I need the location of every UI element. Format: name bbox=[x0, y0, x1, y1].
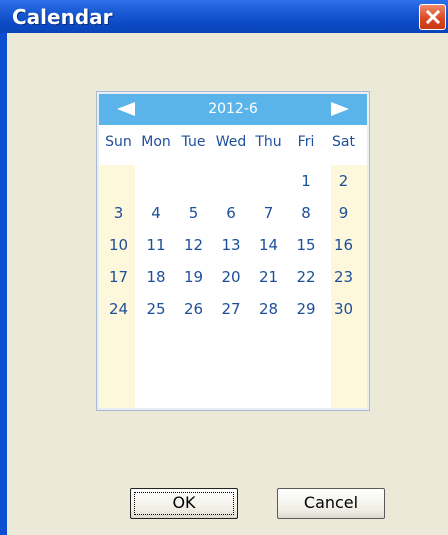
day-cell[interactable]: 21 bbox=[250, 264, 287, 290]
day-cell[interactable]: 3 bbox=[100, 200, 137, 226]
title-bar[interactable]: Calendar bbox=[0, 0, 448, 33]
day-cell[interactable]: 6 bbox=[213, 200, 250, 226]
day-cell[interactable]: 1 bbox=[288, 168, 325, 194]
month-label: 2012-6 bbox=[208, 101, 258, 117]
weekday-header-fri: Fri bbox=[297, 134, 315, 150]
day-cell[interactable]: 15 bbox=[288, 232, 325, 258]
day-cell[interactable]: 17 bbox=[100, 264, 137, 290]
close-button[interactable] bbox=[419, 4, 446, 30]
weekday-header-tue: Tue bbox=[181, 134, 206, 150]
calendar-panel: 2012-6 Sun Mon Tue Wed Thu Fri Sat 1 2 3 4 5 6 7 8 9 10 1… bbox=[96, 91, 370, 411]
day-cell[interactable]: 28 bbox=[250, 296, 287, 322]
day-cell[interactable]: 5 bbox=[175, 200, 212, 226]
day-cell[interactable]: 13 bbox=[213, 232, 250, 258]
day-cell[interactable]: 10 bbox=[100, 232, 137, 258]
close-icon bbox=[425, 9, 440, 25]
weekday-header-sat: Sat bbox=[332, 134, 355, 150]
day-cell[interactable]: 19 bbox=[175, 264, 212, 290]
day-cell[interactable]: 30 bbox=[325, 296, 362, 322]
weekday-header-thu: Thu bbox=[255, 134, 282, 150]
day-cell[interactable]: 12 bbox=[175, 232, 212, 258]
day-cell[interactable]: 11 bbox=[138, 232, 175, 258]
day-cell[interactable]: 14 bbox=[250, 232, 287, 258]
calendar-grid-area: 2012-6 Sun Mon Tue Wed Thu Fri Sat 1 2 3 4 5 6 7 8 9 10 1… bbox=[99, 94, 367, 408]
ok-button[interactable]: OK bbox=[130, 488, 238, 519]
arrow-right-icon[interactable] bbox=[331, 102, 349, 116]
weekday-header-sun: Sun bbox=[105, 134, 132, 150]
day-cell[interactable]: 23 bbox=[325, 264, 362, 290]
weekday-header-mon: Mon bbox=[141, 134, 171, 150]
day-cell[interactable]: 18 bbox=[138, 264, 175, 290]
day-cell[interactable]: 25 bbox=[138, 296, 175, 322]
window-border bbox=[0, 33, 7, 535]
day-cell[interactable]: 7 bbox=[250, 200, 287, 226]
weekday-header-wed: Wed bbox=[215, 134, 247, 150]
window-title: Calendar bbox=[12, 5, 113, 29]
month-navigation-bar: 2012-6 bbox=[99, 94, 367, 125]
dialog-body: 2012-6 Sun Mon Tue Wed Thu Fri Sat 1 2 3 4 5 6 7 8 9 10 1… bbox=[7, 33, 448, 535]
day-cell[interactable]: 4 bbox=[138, 200, 175, 226]
day-cell[interactable]: 9 bbox=[325, 200, 362, 226]
calendar-window: Calendar 2012-6 Sun Mon Tue Wed Thu Fri … bbox=[0, 0, 448, 535]
day-cell[interactable]: 26 bbox=[175, 296, 212, 322]
day-cell[interactable]: 8 bbox=[288, 200, 325, 226]
cancel-button-label: Cancel bbox=[303, 493, 359, 512]
focus-rectangle bbox=[134, 492, 234, 515]
day-cell[interactable]: 20 bbox=[213, 264, 250, 290]
day-cell[interactable]: 2 bbox=[325, 168, 362, 194]
day-cell[interactable]: 24 bbox=[100, 296, 137, 322]
day-cell[interactable]: 27 bbox=[213, 296, 250, 322]
day-cell[interactable]: 22 bbox=[288, 264, 325, 290]
day-cell[interactable]: 29 bbox=[288, 296, 325, 322]
day-cell[interactable]: 16 bbox=[325, 232, 362, 258]
cancel-button[interactable]: Cancel bbox=[277, 488, 385, 519]
